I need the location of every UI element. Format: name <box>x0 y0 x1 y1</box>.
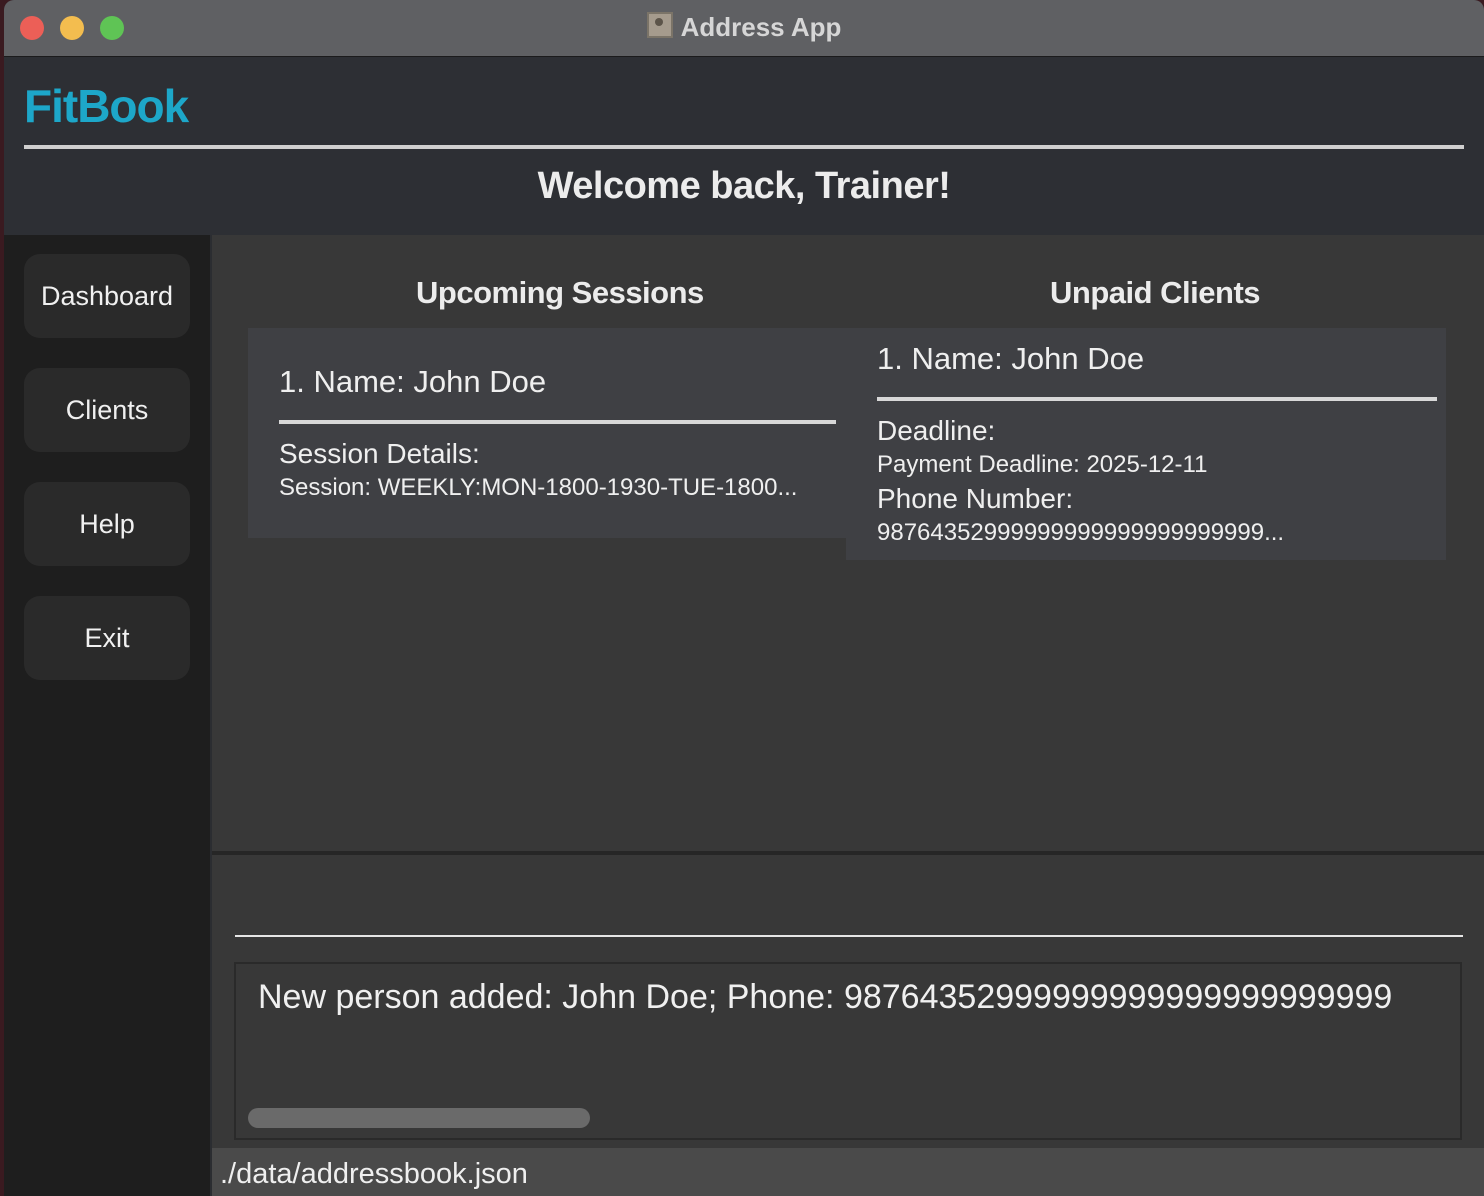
clients-button[interactable]: Clients <box>24 368 190 452</box>
upcoming-sessions-title: Upcoming Sessions <box>416 275 704 310</box>
status-bar: ./data/addressbook.json <box>212 1148 1484 1196</box>
app-header: FitBook Welcome back, Trainer! <box>4 57 1484 235</box>
result-display[interactable]: New person added: John Doe; Phone: 98764… <box>234 962 1462 1140</box>
window-title-area: Address App <box>4 12 1484 43</box>
app-icon <box>646 12 673 38</box>
welcome-message: Welcome back, Trainer! <box>537 165 951 207</box>
dashboard-panel: Upcoming Sessions Unpaid Clients 1. Name… <box>212 235 1484 851</box>
result-display-area: New person added: John Doe; Phone: 98764… <box>212 950 1484 1148</box>
session-details-value: Session: WEEKLY:MON-1800-1930-TUE-1800..… <box>279 474 798 501</box>
title-bar: Address App <box>4 0 1484 57</box>
brand-logo: FitBook <box>24 80 189 132</box>
header-divider <box>24 145 1464 149</box>
phone-value: 98764352999999999999999999999... <box>877 519 1285 546</box>
deadline-label: Deadline: <box>877 415 996 446</box>
unpaid-clients-title: Unpaid Clients <box>1050 275 1261 310</box>
payment-deadline-value: Payment Deadline: 2025-12-11 <box>877 451 1208 478</box>
app-window: Address App FitBook Welcome back, Traine… <box>4 0 1484 1196</box>
command-input[interactable] <box>235 935 1463 937</box>
session-card[interactable]: 1. Name: John Doe Session Details: Sessi… <box>248 328 848 538</box>
dashboard-button[interactable]: Dashboard <box>24 254 190 338</box>
result-message: New person added: John Doe; Phone: 98764… <box>258 978 1393 1016</box>
sidebar: Dashboard Clients Help Exit <box>4 235 210 1196</box>
session-details-label: Session Details: <box>279 438 480 469</box>
session-card-divider <box>279 420 836 424</box>
window-title: Address App <box>680 12 842 42</box>
horizontal-scrollbar[interactable] <box>248 1108 590 1128</box>
exit-button[interactable]: Exit <box>24 596 190 680</box>
phone-label: Phone Number: <box>877 483 1074 514</box>
session-client-name: 1. Name: John Doe <box>279 364 547 399</box>
data-file-path: ./data/addressbook.json <box>220 1158 528 1190</box>
unpaid-client-card[interactable]: 1. Name: John Doe Deadline: Payment Dead… <box>846 328 1446 560</box>
help-button[interactable]: Help <box>24 482 190 566</box>
unpaid-client-name: 1. Name: John Doe <box>877 341 1145 376</box>
unpaid-card-divider <box>877 397 1437 401</box>
command-box[interactable] <box>212 855 1484 950</box>
